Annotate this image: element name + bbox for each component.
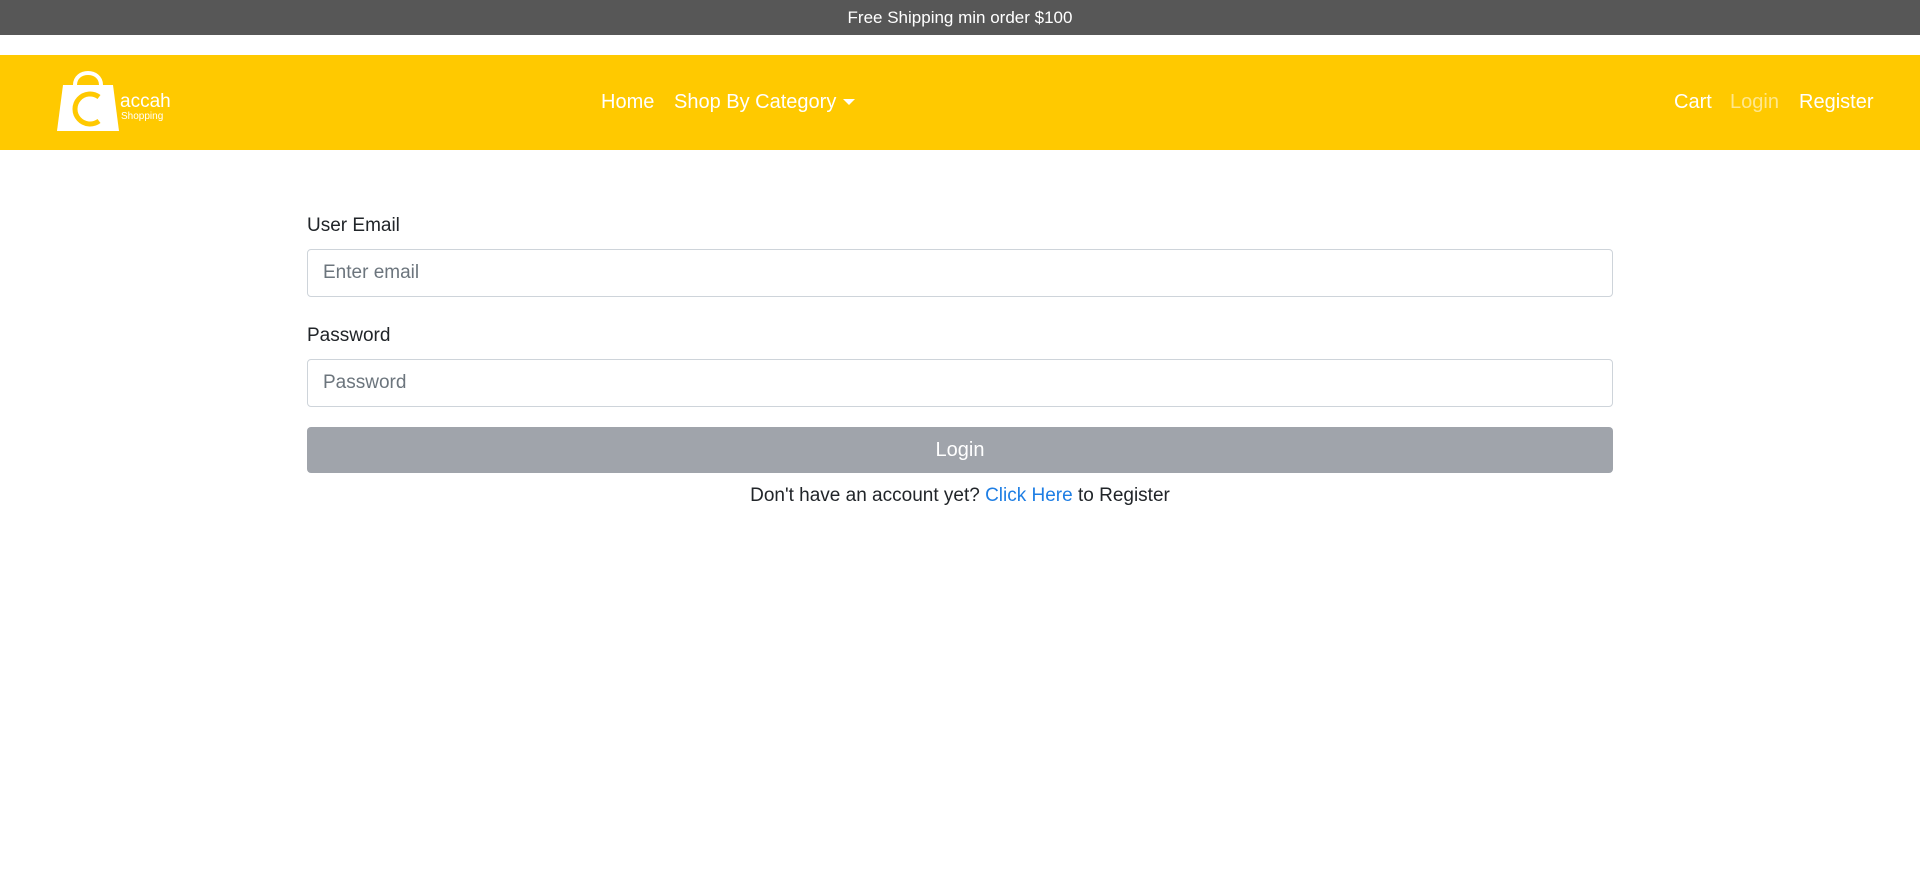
register-prompt-suffix: to Register: [1077, 485, 1170, 506]
nav-shop-by-category[interactable]: Shop By Category: [674, 55, 856, 150]
nav-register[interactable]: Register: [1799, 55, 1873, 150]
nav-login[interactable]: Login: [1730, 55, 1779, 150]
register-link[interactable]: Click Here: [985, 485, 1073, 506]
password-label: Password: [307, 325, 391, 346]
promo-bar: Free Shipping min order $100: [0, 0, 1920, 35]
register-prompt: Don't have an account yet? Click Here to…: [307, 483, 1613, 509]
email-field[interactable]: [307, 249, 1613, 297]
brand-name: accah: [120, 91, 171, 112]
nav-shop-by-category-label: Shop By Category: [674, 91, 837, 113]
login-button[interactable]: Login: [307, 427, 1613, 473]
brand-tagline: Shopping: [121, 111, 164, 122]
caret-down-icon: [843, 98, 856, 105]
nav-home[interactable]: Home: [601, 55, 654, 150]
login-form: User Email Password Login Don't have an …: [307, 212, 1613, 509]
shopping-bag-icon: [57, 71, 119, 131]
password-field[interactable]: [307, 359, 1613, 407]
nav-cart[interactable]: Cart: [1674, 55, 1712, 150]
email-label: User Email: [307, 215, 400, 236]
register-prompt-text: Don't have an account yet?: [750, 485, 980, 506]
email-group: User Email: [307, 212, 1613, 297]
password-group: Password: [307, 322, 1613, 407]
main-navbar: accah Shopping Home Shop By Category Car…: [0, 55, 1920, 150]
promo-text: Free Shipping min order $100: [847, 7, 1073, 27]
brand-logo[interactable]: accah Shopping: [53, 65, 173, 135]
